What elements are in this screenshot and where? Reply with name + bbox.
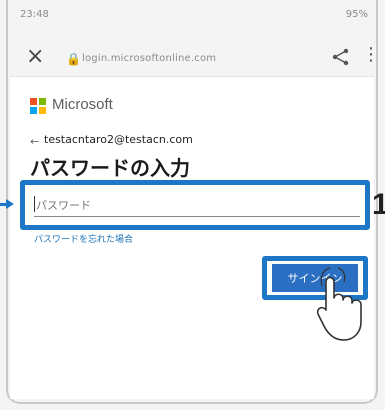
text-caret: [34, 196, 35, 212]
pointing-hand-icon: [316, 267, 362, 341]
step-number: 1: [372, 188, 385, 221]
microsoft-logo-icon: [30, 98, 46, 114]
forgot-password-link[interactable]: パスワードを忘れた場合: [34, 232, 133, 245]
status-battery: 95%: [345, 9, 368, 20]
callout-arrow-icon: [6, 199, 14, 209]
logo-square-green: [39, 98, 46, 105]
back-arrow-icon[interactable]: ←: [30, 135, 39, 148]
lock-icon: 🔒: [66, 52, 81, 66]
page-title: パスワードの入力: [30, 156, 190, 180]
password-field[interactable]: [34, 194, 360, 217]
account-email[interactable]: testacntaro2@testacn.com: [44, 133, 193, 146]
url-field[interactable]: login.microsoftonline.com: [82, 53, 216, 64]
share-icon[interactable]: [332, 48, 350, 66]
brand-name: Microsoft: [52, 96, 113, 113]
logo-square-yellow: [39, 107, 46, 114]
status-time: 23:48: [20, 9, 49, 20]
phone-screen: 23:48 95% × 🔒 login.microsoftonline.com …: [0, 0, 385, 410]
logo-square-red: [30, 98, 37, 105]
browser-toolbar: × 🔒 login.microsoftonline.com ⋮: [10, 40, 380, 76]
logo-square-blue: [30, 107, 37, 114]
status-bar: 23:48 95%: [10, 6, 374, 24]
more-menu-icon[interactable]: ⋮: [362, 46, 380, 64]
close-icon[interactable]: ×: [26, 46, 44, 68]
